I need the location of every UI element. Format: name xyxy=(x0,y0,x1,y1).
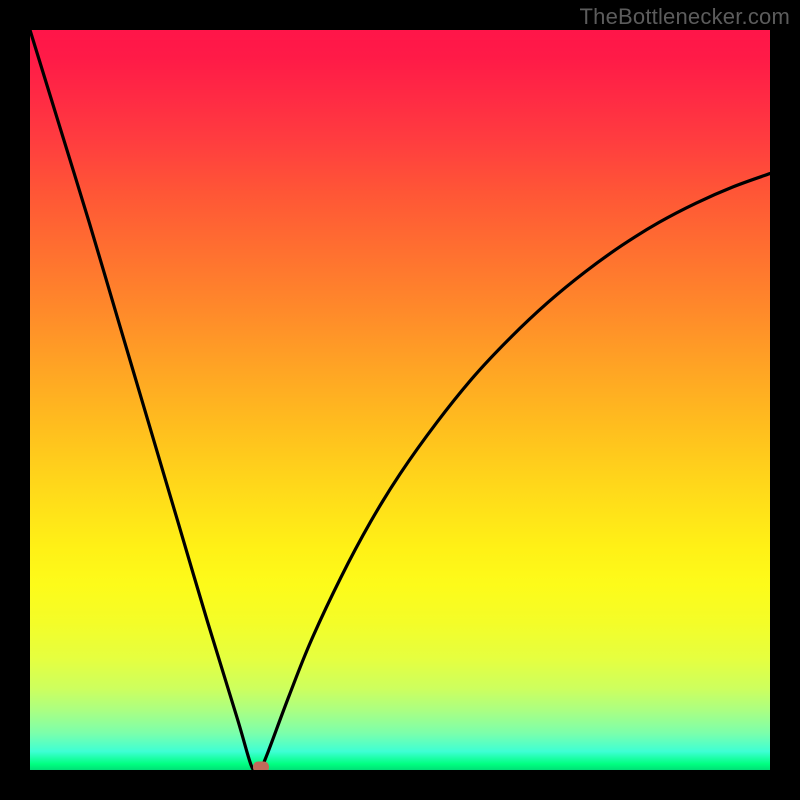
chart-frame: TheBottlenecker.com xyxy=(0,0,800,800)
plot-area xyxy=(30,30,770,770)
watermark-text: TheBottlenecker.com xyxy=(580,4,790,30)
bottleneck-curve xyxy=(30,30,770,770)
optimal-point-marker xyxy=(253,762,269,770)
